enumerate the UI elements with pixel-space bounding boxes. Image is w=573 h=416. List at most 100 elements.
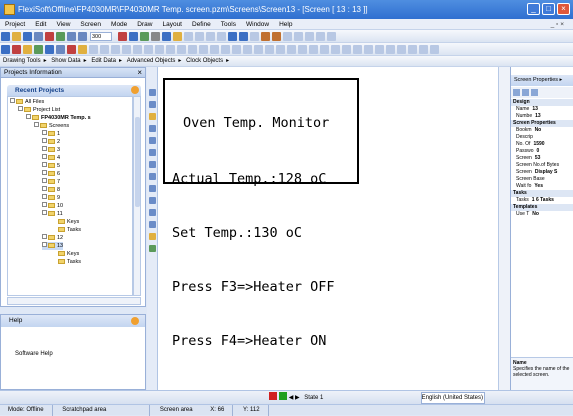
tool-icon[interactable]	[353, 45, 362, 54]
tool-icon[interactable]	[364, 45, 373, 54]
tool-icon[interactable]	[56, 45, 65, 54]
tool-icon[interactable]	[166, 45, 175, 54]
tool-icon[interactable]	[149, 149, 156, 156]
expand-icon[interactable]	[34, 122, 39, 127]
property-category[interactable]: Tasks	[511, 190, 573, 197]
tree-item-screen[interactable]: 9	[42, 194, 60, 202]
tree-item-screen-selected[interactable]: 13	[42, 242, 64, 250]
lcd-line-f4[interactable]: Press F4=>Heater ON	[172, 333, 357, 352]
property-value[interactable]: 1590	[533, 141, 544, 147]
tree-item-screen[interactable]: 8	[42, 186, 60, 194]
tool-icon[interactable]	[149, 89, 156, 96]
clock-objects-menu[interactable]: Clock Objects	[183, 58, 226, 64]
collapse-icon[interactable]	[131, 86, 139, 94]
tool-icon[interactable]	[149, 209, 156, 216]
property-value[interactable]: 13	[532, 106, 538, 112]
expand-icon[interactable]	[26, 114, 31, 119]
property-row[interactable]: Screen Base	[511, 176, 573, 183]
property-row[interactable]: No. Of 1590	[511, 141, 573, 148]
menu-layout[interactable]: Layout	[157, 19, 187, 30]
tool-icon[interactable]	[282, 32, 292, 41]
restore-button[interactable]: □	[542, 3, 555, 15]
tree-item-all-files[interactable]: All Files	[10, 98, 44, 106]
tool-icon[interactable]	[78, 45, 87, 54]
mdi-controls[interactable]: _ ▫ ×	[546, 19, 569, 30]
tool-icon[interactable]	[276, 45, 285, 54]
tree-item-tasks[interactable]: Tasks	[58, 258, 81, 266]
lcd-screen[interactable]: Oven Temp. Monitor Actual Temp.:128 oC S…	[163, 78, 359, 349]
tool-icon[interactable]	[243, 45, 252, 54]
tool-icon[interactable]	[293, 32, 303, 41]
tree-item-screen[interactable]: 11	[42, 210, 63, 218]
tool-icon[interactable]	[304, 32, 314, 41]
tool-icon[interactable]	[1, 45, 10, 54]
tree-item-tasks[interactable]: Tasks	[58, 226, 81, 234]
tree-item-screen[interactable]: 1	[42, 130, 60, 138]
property-value[interactable]: Display S	[535, 169, 558, 175]
tool-icon[interactable]	[210, 45, 219, 54]
property-value[interactable]: 1 6 Tasks	[532, 197, 554, 203]
property-row[interactable]: Name 13	[511, 106, 573, 113]
menu-mode[interactable]: Mode	[106, 19, 132, 30]
tree-item-project-list[interactable]: Project List	[18, 106, 60, 114]
tool-icon[interactable]	[122, 45, 131, 54]
tool-icon[interactable]	[287, 45, 296, 54]
lcd-line-f3[interactable]: Press F3=>Heater OFF	[172, 279, 357, 298]
record-icon[interactable]	[117, 32, 127, 41]
close-icon[interactable]: ×	[137, 68, 142, 78]
tree-scrollbar[interactable]	[133, 96, 141, 296]
property-row[interactable]: Numbe 13	[511, 113, 573, 120]
advanced-objects-menu[interactable]: Advanced Objects	[124, 58, 179, 64]
redo-icon[interactable]	[271, 32, 281, 41]
text-tool-icon[interactable]	[149, 125, 156, 132]
tool-icon[interactable]	[194, 32, 204, 41]
tool-icon[interactable]	[34, 45, 43, 54]
arrow-right-icon[interactable]	[227, 32, 237, 41]
tool-icon[interactable]	[298, 45, 307, 54]
tree-hscrollbar[interactable]	[7, 297, 141, 305]
menu-tools[interactable]: Tools	[216, 19, 241, 30]
print-icon[interactable]	[34, 32, 43, 41]
tool-icon[interactable]	[254, 45, 263, 54]
arrow-left-icon[interactable]	[238, 32, 248, 41]
menu-project[interactable]: Project	[0, 19, 30, 30]
property-value[interactable]: 13	[535, 113, 541, 119]
tool-icon[interactable]	[386, 45, 395, 54]
edit-data-menu[interactable]: Edit Data	[88, 58, 119, 64]
tree-item-project[interactable]: FP4030MR Temp. s	[26, 114, 91, 122]
property-row[interactable]: Screen No.of Bytes	[511, 162, 573, 169]
tool-icon[interactable]	[149, 233, 156, 240]
save-icon[interactable]	[23, 32, 32, 41]
upload-icon[interactable]	[139, 32, 149, 41]
tool-icon[interactable]	[149, 173, 156, 180]
property-value[interactable]: 0	[537, 148, 540, 154]
property-row[interactable]: Tasks 1 6 Tasks	[511, 197, 573, 204]
language-select[interactable]: English (United States)	[420, 392, 485, 404]
tool-icon[interactable]	[149, 113, 156, 120]
collapse-icon[interactable]	[131, 317, 139, 325]
tool-icon[interactable]	[309, 45, 318, 54]
tool-icon[interactable]	[149, 197, 156, 204]
zoom-out-icon[interactable]	[78, 32, 87, 41]
tool-icon[interactable]	[149, 101, 156, 108]
tool-icon[interactable]	[221, 45, 230, 54]
tool-icon[interactable]	[216, 32, 226, 41]
prev-state-icon[interactable]: ◀	[289, 395, 294, 401]
minimize-button[interactable]: _	[527, 3, 540, 15]
tool-icon[interactable]	[419, 45, 428, 54]
tool-icon[interactable]	[320, 45, 329, 54]
tool-icon[interactable]	[408, 45, 417, 54]
tool-icon[interactable]	[265, 45, 274, 54]
tool-icon[interactable]	[188, 45, 197, 54]
zoom-field[interactable]: 300	[89, 32, 112, 41]
tree-item-keys[interactable]: Keys	[58, 218, 79, 226]
property-value[interactable]: No	[535, 127, 542, 133]
tool-icon[interactable]	[23, 45, 32, 54]
menu-screen[interactable]: Screen	[75, 19, 106, 30]
tool-icon[interactable]	[397, 45, 406, 54]
tool-icon[interactable]	[149, 161, 156, 168]
recent-projects-header[interactable]: Recent Projects	[7, 85, 141, 96]
tool-icon[interactable]	[149, 137, 156, 144]
menu-define[interactable]: Define	[187, 19, 216, 30]
tree-item-screen[interactable]: 7	[42, 178, 60, 186]
